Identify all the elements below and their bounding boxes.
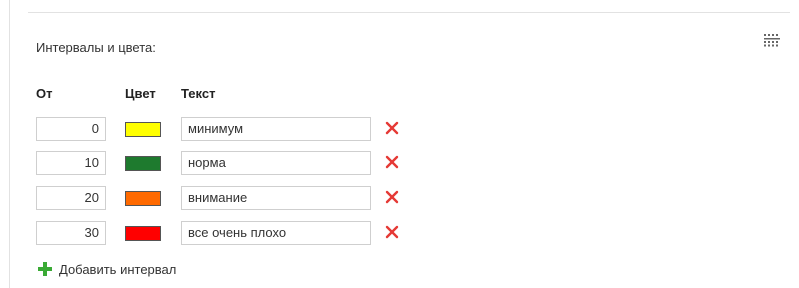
interval-from-input[interactable]: 10 [36, 151, 106, 175]
close-x-icon[interactable] [385, 121, 399, 135]
add-interval-button[interactable]: Добавить интервал [38, 260, 176, 278]
plus-icon [38, 262, 52, 276]
interval-from-input[interactable]: 0 [36, 117, 106, 141]
interval-text-input[interactable]: все очень плохо [181, 221, 371, 245]
section-title: Интервалы и цвета: [36, 40, 156, 55]
intervals-panel: Интервалы и цвета: От Цвет Текст 0 миниму… [0, 0, 799, 288]
interval-from-input[interactable]: 20 [36, 186, 106, 210]
interval-row: 20 внимание [36, 186, 416, 212]
interval-color-swatch[interactable] [125, 156, 161, 171]
panel-left-border [9, 0, 10, 288]
grid-dots-icon[interactable] [763, 33, 781, 47]
interval-text-input[interactable]: внимание [181, 186, 371, 210]
interval-row: 30 все очень плохо [36, 221, 416, 247]
interval-color-swatch[interactable] [125, 191, 161, 206]
panel-top-divider [28, 12, 790, 13]
close-x-icon[interactable] [385, 190, 399, 204]
column-header-from: От [36, 86, 53, 101]
close-x-icon[interactable] [385, 225, 399, 239]
interval-row: 0 минимум [36, 117, 416, 143]
interval-color-swatch[interactable] [125, 122, 161, 137]
column-header-color: Цвет [125, 86, 156, 101]
interval-from-input[interactable]: 30 [36, 221, 106, 245]
interval-row: 10 норма [36, 151, 416, 177]
column-header-text: Текст [181, 86, 216, 101]
close-x-icon[interactable] [385, 155, 399, 169]
interval-color-swatch[interactable] [125, 226, 161, 241]
add-interval-label: Добавить интервал [59, 261, 177, 277]
interval-text-input[interactable]: норма [181, 151, 371, 175]
interval-text-input[interactable]: минимум [181, 117, 371, 141]
